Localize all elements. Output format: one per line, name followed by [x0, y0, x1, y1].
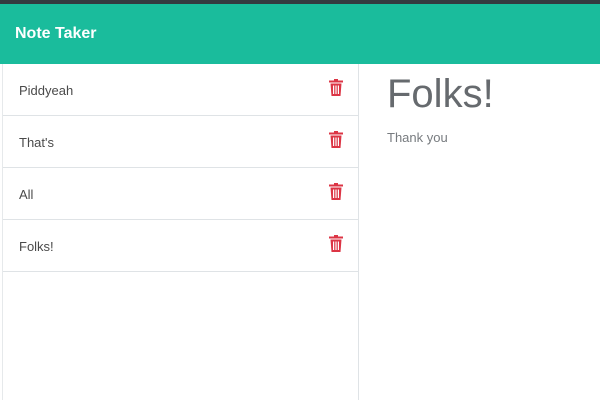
note-item[interactable]: That's [3, 116, 358, 168]
note-item[interactable]: Folks! [3, 220, 358, 272]
note-title: That's [19, 134, 54, 150]
navbar: Note Taker [0, 4, 600, 64]
note-list: Piddyeah That's All Folks! [2, 64, 359, 400]
note-item[interactable]: All [3, 168, 358, 220]
note-title: All [19, 186, 34, 202]
trash-icon[interactable] [329, 235, 343, 252]
trash-icon[interactable] [329, 183, 343, 200]
note-title: Piddyeah [19, 82, 74, 98]
note-item[interactable]: Piddyeah [3, 64, 358, 116]
note-detail: Folks! Thank you [360, 64, 600, 400]
note-detail-text[interactable]: Thank you [387, 130, 448, 145]
note-title: Folks! [19, 238, 54, 254]
trash-icon[interactable] [329, 79, 343, 96]
note-detail-title[interactable]: Folks! [387, 72, 494, 117]
trash-icon[interactable] [329, 131, 343, 148]
brand-link[interactable]: Note Taker [15, 25, 97, 43]
